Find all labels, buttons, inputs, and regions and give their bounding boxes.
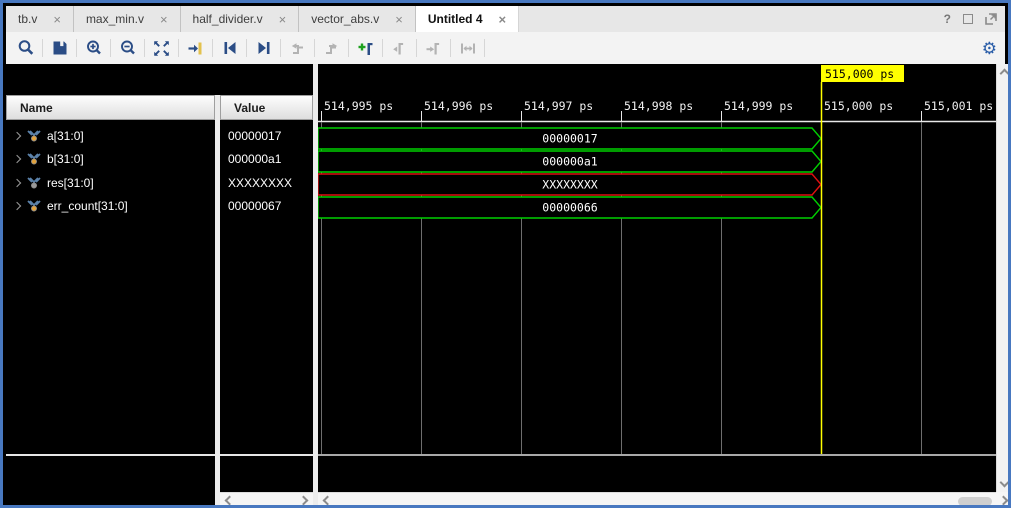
tab-label: vector_abs.v (311, 12, 379, 26)
ruler-label: 514,997 ps (524, 99, 593, 113)
signal-name: b[31:0] (47, 152, 84, 166)
float-window-icon[interactable] (985, 13, 997, 25)
scroll-left-icon[interactable] (323, 496, 333, 506)
tab-label: max_min.v (86, 12, 144, 26)
signal-value: 00000017 (228, 129, 281, 143)
expand-chevron-icon[interactable] (13, 201, 21, 209)
zoom-out-icon[interactable] (114, 35, 141, 61)
signal-row-b[interactable]: b[31:0] (6, 147, 215, 170)
help-icon[interactable]: ? (944, 12, 951, 26)
bus-signal-icon (27, 200, 41, 212)
tab-label: tb.v (18, 12, 37, 26)
ruler-label: 514,995 ps (324, 99, 393, 113)
scroll-left-icon[interactable] (225, 496, 235, 506)
signal-row-res[interactable]: res[31:0] (6, 171, 215, 194)
ruler-label: 515,001 ps (924, 99, 993, 113)
signal-name: a[31:0] (47, 129, 84, 143)
wave-vscrollbar[interactable] (996, 64, 1011, 492)
time-ruler[interactable]: 514,995 ps 514,996 ps 514,997 ps 514,998… (324, 99, 993, 113)
tab-half-divider-v[interactable]: half_divider.v × (181, 6, 300, 32)
close-icon[interactable]: × (51, 13, 63, 26)
save-wave-config-icon[interactable] (46, 35, 73, 61)
ruler-label: 515,000 ps (824, 99, 893, 113)
search-icon[interactable] (12, 35, 39, 61)
tab-label: Untitled 4 (428, 12, 483, 26)
previous-marker-icon[interactable] (386, 35, 413, 61)
tab-max-min-v[interactable]: max_min.v × (74, 6, 181, 32)
settings-gear-icon[interactable]: ⚙ (982, 40, 997, 57)
scroll-right-icon[interactable] (999, 495, 1009, 505)
ruler-label: 514,996 ps (424, 99, 493, 113)
go-to-cursor-icon[interactable] (182, 35, 209, 61)
tab-untitled-4[interactable]: Untitled 4 × (416, 6, 519, 32)
value-row-err-count[interactable]: 00000067 (220, 194, 313, 217)
tab-bar: tb.v × max_min.v × half_divider.v × vect… (6, 6, 1005, 32)
cursor-time-label[interactable]: 515,000 ps (821, 65, 904, 82)
signal-name: res[31:0] (47, 176, 94, 190)
zoom-fit-icon[interactable] (148, 35, 175, 61)
close-icon[interactable]: × (277, 13, 289, 26)
previous-transition-icon[interactable] (284, 35, 311, 61)
next-transition-icon[interactable] (318, 35, 345, 61)
scroll-down-icon[interactable] (1000, 478, 1010, 488)
bus-signal-icon (27, 153, 41, 165)
value-row-a[interactable]: 00000017 (220, 124, 313, 147)
add-marker-icon[interactable] (352, 35, 379, 61)
window-controls: ? (944, 6, 1005, 32)
zoom-in-icon[interactable] (80, 35, 107, 61)
expand-chevron-icon[interactable] (13, 178, 21, 186)
value-panel-hscrollbar[interactable] (220, 492, 313, 508)
next-marker-icon[interactable] (420, 35, 447, 61)
ruler-label: 514,999 ps (724, 99, 793, 113)
go-to-last-time-icon[interactable] (250, 35, 277, 61)
cursor-time-text: 515,000 ps (825, 67, 894, 81)
bus-value: XXXXXXXX (542, 178, 597, 192)
column-header-value[interactable]: Value (220, 95, 313, 120)
scrollbar-corner[interactable] (996, 492, 1011, 508)
signal-value: 000000a1 (228, 152, 281, 166)
wave-toolbar: ⚙ (6, 32, 1005, 64)
maximize-icon[interactable] (963, 14, 973, 24)
bus-signal-icon (27, 177, 41, 189)
scroll-right-icon[interactable] (299, 496, 309, 506)
hscroll-thumb[interactable] (958, 497, 992, 506)
column-header-label: Name (20, 101, 53, 115)
value-row-res[interactable]: XXXXXXXX (220, 171, 313, 194)
value-row-b[interactable]: 000000a1 (220, 147, 313, 170)
signal-row-err-count[interactable]: err_count[31:0] (6, 194, 215, 217)
ruler-label: 514,998 ps (624, 99, 693, 113)
close-icon[interactable]: × (158, 13, 170, 26)
column-header-label: Value (234, 101, 265, 115)
column-header-name[interactable]: Name (6, 95, 215, 120)
signal-name: err_count[31:0] (47, 199, 128, 213)
scroll-up-icon[interactable] (1000, 69, 1010, 79)
signal-row-a[interactable]: a[31:0] (6, 124, 215, 147)
go-to-time-0-icon[interactable] (216, 35, 243, 61)
expand-chevron-icon[interactable] (13, 154, 21, 162)
expand-chevron-icon[interactable] (13, 131, 21, 139)
swap-cursors-icon[interactable] (454, 35, 481, 61)
wave-hscrollbar[interactable] (318, 492, 996, 508)
signal-value: XXXXXXXX (228, 176, 292, 190)
close-icon[interactable]: × (393, 13, 405, 26)
tab-label: half_divider.v (193, 12, 263, 26)
simulation-window: tb.v × max_min.v × half_divider.v × vect… (0, 0, 1011, 508)
bus-value: 000000a1 (542, 155, 597, 169)
bus-value: 00000017 (542, 132, 597, 146)
tab-tb-v[interactable]: tb.v × (6, 6, 74, 32)
close-icon[interactable]: × (497, 13, 509, 26)
wave-window-body: Name Value a[31:0] b[31:0] (6, 64, 1011, 508)
tab-vector-abs-v[interactable]: vector_abs.v × (299, 6, 416, 32)
bus-value: 00000066 (542, 201, 597, 215)
bus-signal-icon (27, 130, 41, 142)
signal-value: 00000067 (228, 199, 281, 213)
waveform-canvas[interactable]: 514,995 ps 514,996 ps 514,997 ps 514,998… (318, 64, 996, 492)
